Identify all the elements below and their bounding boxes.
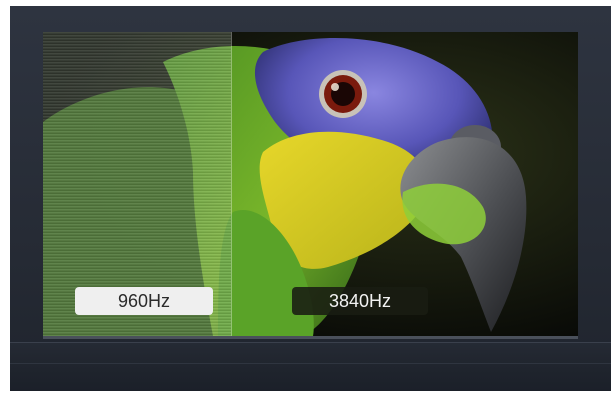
frame-stand — [10, 342, 611, 391]
comparison-divider — [231, 32, 232, 336]
refresh-rate-label-960hz: 960Hz — [75, 287, 213, 315]
display-screen: 960Hz 3840Hz — [43, 32, 578, 336]
refresh-rate-label-3840hz: 3840Hz — [292, 287, 428, 315]
screen-bottom-edge — [43, 336, 578, 339]
